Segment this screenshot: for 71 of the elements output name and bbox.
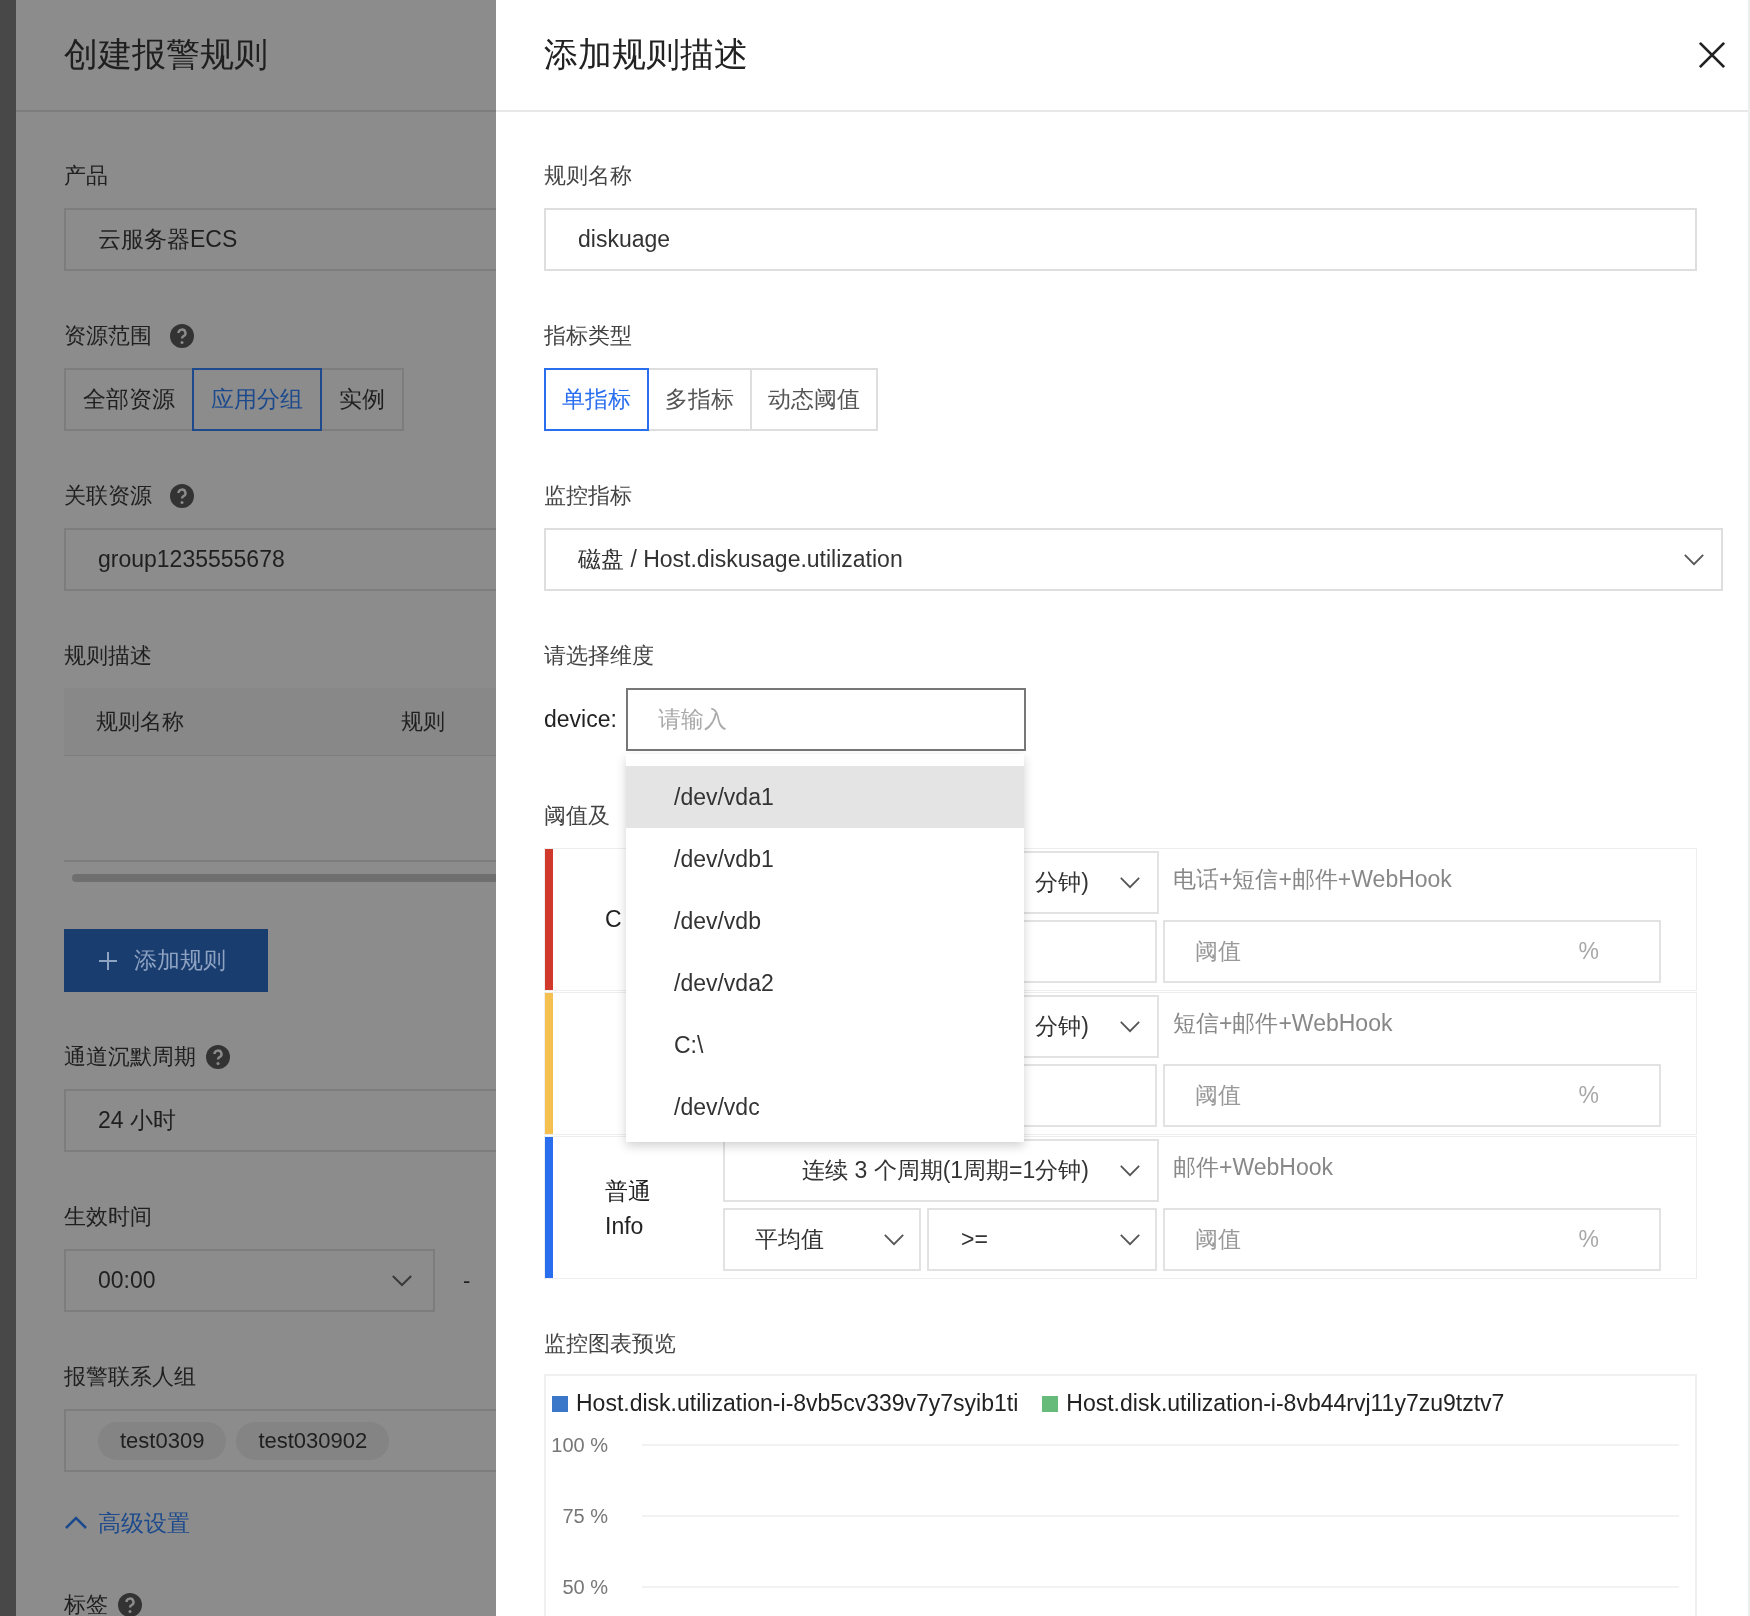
help-icon[interactable] bbox=[170, 484, 194, 508]
help-icon[interactable] bbox=[170, 324, 194, 348]
metric-type-tab[interactable]: 多指标 bbox=[647, 368, 752, 431]
period-select[interactable]: 连续 3 个周期(1周期=1分钟) bbox=[723, 1139, 1159, 1202]
scope-tab[interactable]: 全部资源 bbox=[64, 368, 194, 431]
scope-tab[interactable]: 应用分组 bbox=[192, 368, 322, 431]
add-rule-button[interactable]: 添加规则 bbox=[64, 929, 268, 992]
level-name: 普通 bbox=[605, 1176, 651, 1206]
contact-tag[interactable]: test0309 bbox=[98, 1421, 227, 1460]
threshold-field[interactable]: 阈值 % bbox=[1163, 1064, 1661, 1127]
field-label: 产品 bbox=[64, 162, 108, 190]
field-label: 指标类型 bbox=[544, 322, 632, 350]
statistic-select[interactable]: 平均值 bbox=[723, 1208, 921, 1271]
silence-period-field[interactable]: 24 小时 bbox=[64, 1089, 496, 1152]
threshold-field[interactable]: 阈值 % bbox=[1163, 920, 1661, 983]
notify-methods: 邮件+WebHook bbox=[1172, 1153, 1333, 1182]
metric-select[interactable]: 磁盘 / Host.diskusage.utilization bbox=[544, 528, 1723, 591]
chevron-icon bbox=[64, 1516, 88, 1530]
rule-name-field[interactable]: diskuage bbox=[544, 208, 1697, 271]
drawer-title: 添加规则描述 bbox=[544, 34, 748, 75]
tick-label: 75 % bbox=[562, 1505, 608, 1527]
field-label: 资源范围 bbox=[64, 322, 152, 350]
column-header: 规则 bbox=[400, 707, 445, 736]
chevron-down-icon bbox=[391, 1274, 413, 1287]
field-label: 生效时间 bbox=[64, 1203, 152, 1231]
field-label: 请选择维度 bbox=[544, 642, 654, 670]
field-label: 通道沉默周期 bbox=[64, 1043, 196, 1071]
chevron-down-icon bbox=[1119, 1233, 1141, 1246]
panel-title: 创建报警规则 bbox=[64, 34, 268, 75]
level-name: Info bbox=[605, 1212, 644, 1240]
product-field[interactable]: 云服务器ECS bbox=[64, 208, 496, 271]
plus-icon bbox=[98, 950, 118, 971]
close-icon[interactable] bbox=[1698, 41, 1726, 69]
time-select[interactable]: 00:00 bbox=[64, 1249, 435, 1312]
legend-label: Host.disk.utilization-i-8vb44rvj11y7zu9tztv7 bbox=[1066, 1390, 1505, 1417]
dropdown-option[interactable]: /dev/vda1 bbox=[626, 766, 1024, 828]
notify-methods: 短信+邮件+WebHook bbox=[1172, 1009, 1393, 1038]
metric-type-tab[interactable]: 动态阈值 bbox=[750, 368, 878, 431]
contact-tag[interactable]: test030902 bbox=[236, 1421, 390, 1460]
level-name: C bbox=[605, 906, 622, 933]
threshold-field[interactable]: 阈值 % bbox=[1163, 1208, 1661, 1271]
scrollbar[interactable] bbox=[72, 874, 496, 882]
help-icon[interactable] bbox=[118, 1593, 142, 1616]
dropdown-option[interactable]: /dev/vdc bbox=[626, 1076, 1024, 1138]
field-label: 报警联系人组 bbox=[64, 1363, 196, 1391]
field-label: 监控图表预览 bbox=[544, 1330, 676, 1358]
field-label: 规则名称 bbox=[544, 162, 632, 190]
help-icon[interactable] bbox=[206, 1045, 230, 1069]
field-label: 阈值及 bbox=[544, 802, 610, 830]
field-label: 标签 bbox=[64, 1591, 108, 1616]
chevron-down-icon bbox=[1119, 876, 1141, 889]
field-label: 规则描述 bbox=[64, 642, 152, 670]
dimension-key: device: bbox=[544, 706, 626, 733]
resource-field[interactable]: group1235555678 bbox=[64, 528, 496, 591]
metric-type-tab[interactable]: 单指标 bbox=[544, 368, 649, 431]
chevron-down-icon bbox=[1683, 553, 1705, 566]
column-header: 规则名称 bbox=[95, 707, 185, 736]
notify-methods: 电话+短信+邮件+WebHook bbox=[1172, 865, 1452, 894]
legend-label: Host.disk.utilization-i-8vb5cv339v7y7syib1ti bbox=[576, 1390, 1019, 1417]
dimension-input[interactable]: 请输入 bbox=[626, 688, 1026, 751]
tick-label: 50 % bbox=[562, 1576, 608, 1598]
field-label: 关联资源 bbox=[64, 482, 152, 510]
operator-select[interactable]: >= bbox=[927, 1208, 1157, 1271]
range-separator: - bbox=[463, 1267, 471, 1294]
field-label: 监控指标 bbox=[544, 482, 632, 510]
scope-tab[interactable]: 实例 bbox=[320, 368, 404, 431]
chevron-down-icon bbox=[1119, 1020, 1141, 1033]
advanced-settings-link[interactable]: 高级设置 bbox=[64, 1507, 190, 1539]
chevron-down-icon bbox=[883, 1233, 905, 1246]
chevron-down-icon bbox=[1119, 1164, 1141, 1177]
tick-label: 100 % bbox=[551, 1434, 608, 1456]
